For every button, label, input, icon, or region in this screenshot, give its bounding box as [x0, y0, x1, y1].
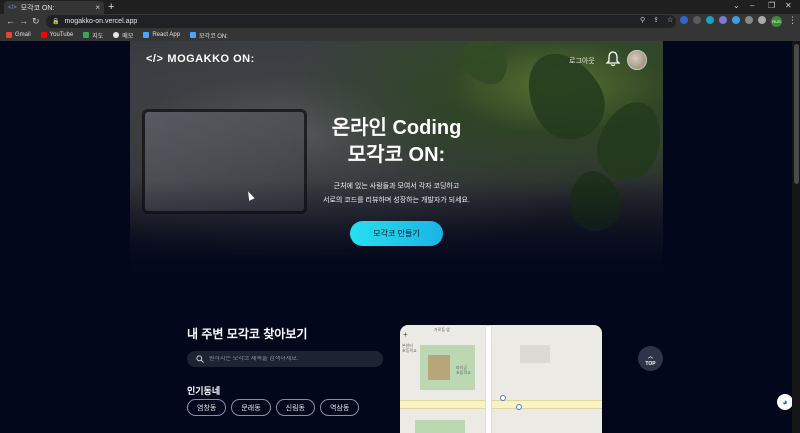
- bookmark-gmail[interactable]: Gmail: [6, 32, 31, 38]
- extension-icon[interactable]: [732, 16, 740, 24]
- area-chip[interactable]: 염창동: [187, 399, 227, 416]
- hero-subtitle-line: 서로의 코드를 리뷰하며 성장하는 개발자가 되세요.: [323, 197, 470, 204]
- bell-icon[interactable]: [605, 51, 621, 72]
- extension-icon[interactable]: [693, 16, 701, 24]
- puzzle-icon[interactable]: [745, 16, 753, 24]
- map-building: [428, 355, 450, 380]
- popular-area-chips: 염창동 문래동 신림동 역삼동: [187, 399, 360, 416]
- chevron-up-icon: ︿: [647, 354, 653, 360]
- nearby-section-title: 내 주변 모각코 찾아보기: [187, 327, 308, 341]
- lock-icon: 🔒: [52, 19, 60, 25]
- back-icon[interactable]: ←: [6, 15, 15, 28]
- popular-areas-label: 인기동네: [187, 386, 221, 396]
- map-marker-icon[interactable]: [500, 395, 506, 401]
- create-mogakko-button[interactable]: 모각코 만들기: [350, 221, 443, 246]
- minimize-icon[interactable]: –: [750, 1, 754, 10]
- hero-title-line: 온라인 Coding: [331, 117, 462, 139]
- bookmark-label: 모각코 ON:: [199, 33, 228, 40]
- bookmark-react-app[interactable]: React App: [143, 32, 180, 38]
- location-share-star-icons[interactable]: ⚲⇪☆: [640, 16, 681, 24]
- bookmark-mogakko[interactable]: 모각코 ON:: [190, 31, 228, 40]
- gmail-icon: [6, 32, 12, 38]
- top-label: TOP: [645, 361, 656, 367]
- map-zoom-in-button[interactable]: +: [403, 330, 408, 339]
- hero-title: 온라인 Coding 모각코 ON:: [130, 115, 663, 169]
- map-green-area: [415, 420, 465, 433]
- map-label: 초등학교: [456, 370, 471, 375]
- search-input[interactable]: [209, 356, 369, 362]
- scrollbar-thumb[interactable]: [794, 44, 799, 184]
- forward-icon[interactable]: →: [19, 15, 28, 28]
- scroll-top-button[interactable]: ︿ TOP: [638, 346, 663, 371]
- extension-icon[interactable]: [680, 16, 688, 24]
- youtube-icon: [40, 32, 47, 38]
- memo-icon: [113, 32, 120, 38]
- map-building: [520, 345, 550, 363]
- area-chip[interactable]: 역삼동: [319, 399, 360, 416]
- browser-tab[interactable]: </> 모각코 ON: ×: [4, 1, 104, 14]
- maps-icon: [83, 32, 90, 38]
- nearby-map[interactable]: + 가로등 앞 본센터 초등학교 파리공 초등학교: [400, 325, 602, 433]
- mogakko-search[interactable]: [187, 351, 383, 367]
- hero-title-line: 모각코 ON:: [347, 144, 446, 166]
- map-road: [400, 400, 602, 409]
- extensions-bar: [680, 16, 766, 24]
- bookmark-memo[interactable]: 메모: [113, 31, 133, 40]
- tab-close-icon[interactable]: ×: [95, 3, 100, 12]
- logo-text: MOGAKKO ON:: [167, 53, 255, 65]
- chat-icon[interactable]: ◕: [777, 394, 792, 410]
- map-road: [485, 325, 492, 433]
- sidepanel-icon[interactable]: [758, 16, 766, 24]
- react-icon: [143, 32, 150, 38]
- map-label: 초등학교: [402, 348, 417, 353]
- address-bar: ← → ↻ 🔒 mogakko-on.vercel.app ⚲⇪☆ RUS ⋮: [0, 14, 800, 29]
- code-brackets-icon: </>: [146, 53, 164, 65]
- page: </> MOGAKKO ON: 로그아웃 온라인 Coding 모각코 ON: …: [0, 41, 792, 433]
- restore-icon[interactable]: ❐: [768, 1, 775, 10]
- bookmark-maps[interactable]: 지도: [83, 31, 103, 40]
- close-window-icon[interactable]: ✕: [785, 1, 792, 10]
- map-label: 가로등 앞: [434, 327, 450, 332]
- logout-link[interactable]: 로그아웃: [569, 56, 595, 66]
- extension-icon[interactable]: [719, 16, 727, 24]
- extension-icon[interactable]: [706, 16, 714, 24]
- url-field[interactable]: 🔒 mogakko-on.vercel.app: [46, 15, 676, 28]
- bookmark-label: 지도: [92, 33, 104, 40]
- area-chip[interactable]: 문래동: [231, 399, 271, 416]
- new-tab-button[interactable]: +: [108, 1, 114, 13]
- url-text: mogakko-on.vercel.app: [64, 18, 138, 25]
- bookmark-label: YouTube: [49, 32, 74, 38]
- hero-subtitle: 근처에 있는 사람들과 모여서 각자 코딩하고 서로의 코드를 리뷰하며 성장하…: [130, 180, 663, 208]
- map-marker-icon[interactable]: [516, 404, 522, 410]
- reload-icon[interactable]: ↻: [32, 15, 40, 28]
- area-chip[interactable]: 신림동: [275, 399, 315, 416]
- search-icon: [196, 355, 204, 363]
- profile-avatar[interactable]: RUS: [771, 16, 782, 27]
- hero-subtitle-line: 근처에 있는 사람들과 모여서 각자 코딩하고: [333, 183, 460, 190]
- bookmark-label: 메모: [122, 33, 134, 40]
- browser-tab-bar: </> 모각코 ON: × + ⌄ – ❐ ✕: [0, 0, 800, 14]
- bookmarks-bar: Gmail YouTube 지도 메모 React App 모각코 ON:: [0, 29, 800, 41]
- user-avatar[interactable]: [627, 50, 647, 70]
- bookmark-label: React App: [152, 32, 181, 38]
- tab-title: 모각코 ON:: [20, 4, 55, 12]
- favicon-icon: </>: [8, 4, 17, 11]
- bookmark-youtube[interactable]: YouTube: [40, 32, 74, 38]
- code-icon: [190, 32, 197, 38]
- bookmark-label: Gmail: [15, 32, 31, 38]
- more-menu-icon[interactable]: ⋮: [788, 15, 797, 26]
- site-logo[interactable]: </> MOGAKKO ON:: [146, 53, 255, 65]
- chevron-down-icon[interactable]: ⌄: [733, 1, 740, 10]
